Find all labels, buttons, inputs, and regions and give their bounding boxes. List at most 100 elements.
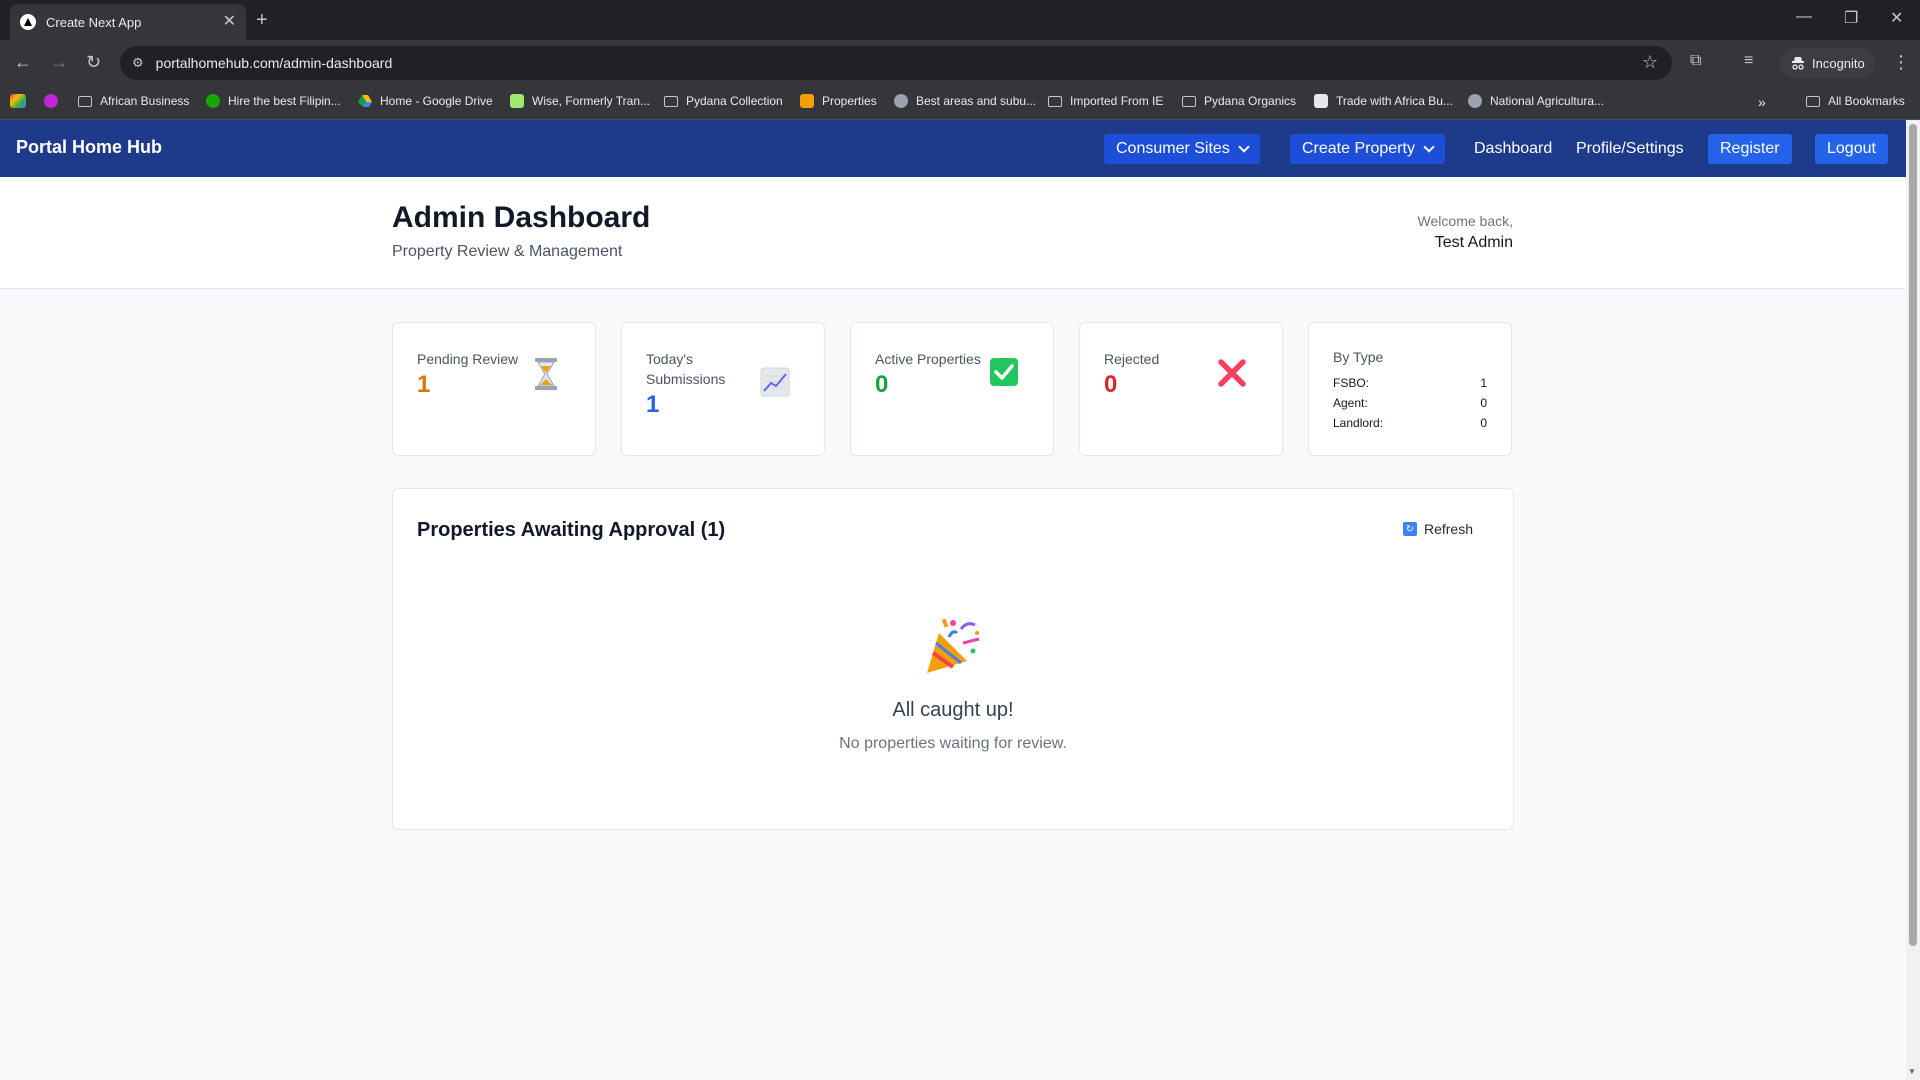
- globe-icon: [1468, 94, 1482, 108]
- browser-tab[interactable]: Create Next App ✕: [10, 4, 246, 40]
- tab-search-icon[interactable]: ⧉: [1690, 52, 1701, 70]
- site-favicon-icon: [894, 94, 908, 108]
- media-controls-icon[interactable]: ≡: [1744, 52, 1753, 70]
- page-title: Admin Dashboard: [392, 201, 651, 234]
- empty-state-subtitle: No properties waiting for review.: [839, 735, 1067, 752]
- browser-toolbar: ← → ↻ ⚙ portalhomehub.com/admin-dashboar…: [0, 40, 1920, 86]
- scroll-down-icon[interactable]: ▼: [1908, 1067, 1916, 1076]
- todays-submissions-card: Today's Submissions 1: [621, 322, 825, 456]
- brand-logo[interactable]: Portal Home Hub: [16, 137, 162, 158]
- pending-review-card: Pending Review 1: [392, 322, 596, 456]
- incognito-icon: [1792, 57, 1804, 70]
- url-text: portalhomehub.com/admin-dashboard: [155, 55, 393, 71]
- new-tab-icon[interactable]: +: [256, 10, 268, 30]
- register-button[interactable]: Register: [1708, 134, 1792, 164]
- reload-icon[interactable]: ↻: [86, 52, 101, 72]
- bookmark-item[interactable]: Hire the best Filipin...: [206, 94, 341, 108]
- register-label: Register: [1720, 140, 1780, 157]
- rejected-label: Rejected: [1104, 351, 1160, 367]
- bookmark-apps-icon[interactable]: [10, 94, 26, 108]
- bookmark-item[interactable]: Pydana Collection: [664, 94, 783, 108]
- site-favicon-icon: [1314, 94, 1328, 108]
- restore-icon[interactable]: ❐: [1844, 8, 1858, 28]
- bookmarks-bar: African Business Hire the best Filipin..…: [0, 86, 1920, 120]
- consumer-sites-label: Consumer Sites: [1116, 140, 1230, 157]
- page-viewport: Portal Home Hub Consumer Sites Create Pr…: [0, 120, 1906, 1080]
- bookmark-star-icon[interactable]: ☆: [1642, 52, 1658, 73]
- refresh-button[interactable]: ↻ Refresh: [1402, 521, 1473, 537]
- todays-submissions-label: Today's Submissions: [646, 351, 726, 387]
- address-bar[interactable]: ⚙ portalhomehub.com/admin-dashboard ☆: [120, 46, 1672, 80]
- type-count: 1: [1480, 376, 1487, 390]
- top-navbar: Portal Home Hub Consumer Sites Create Pr…: [0, 120, 1906, 177]
- by-type-label: By Type: [1333, 349, 1384, 365]
- refresh-icon: ↻: [1402, 522, 1417, 536]
- close-window-icon[interactable]: ✕: [1890, 8, 1903, 28]
- bookmark-label: Wise, Formerly Tran...: [532, 94, 651, 108]
- minimize-icon[interactable]: —: [1796, 8, 1812, 26]
- folder-icon: [78, 95, 92, 107]
- create-property-label: Create Property: [1302, 140, 1415, 157]
- back-icon[interactable]: ←: [14, 52, 32, 72]
- rejected-value: 0: [1104, 371, 1118, 398]
- bookmark-item[interactable]: Wise, Formerly Tran...: [510, 94, 650, 108]
- by-type-row: Agent: 0: [1333, 396, 1487, 410]
- wise-favicon-icon: [510, 94, 524, 108]
- type-count: 0: [1480, 416, 1487, 430]
- browser-tab-bar: Create Next App ✕ + — ❐ ✕: [0, 0, 1920, 40]
- bookmark-item[interactable]: African Business: [78, 94, 189, 108]
- bookmark-label: Properties: [822, 94, 877, 108]
- site-info-icon[interactable]: ⚙: [132, 55, 144, 71]
- site-favicon-icon: [206, 94, 220, 108]
- bookmark-item[interactable]: Best areas and subu...: [894, 94, 1036, 108]
- bookmark-label: Imported From IE: [1070, 94, 1164, 108]
- bookmark-item[interactable]: Imported From IE: [1048, 94, 1163, 108]
- cross-mark-icon: [1218, 359, 1246, 387]
- pending-review-value: 1: [417, 371, 431, 398]
- more-bookmarks-icon[interactable]: »: [1758, 94, 1766, 110]
- folder-icon: [1182, 95, 1196, 107]
- bookmark-label: National Agricultura...: [1490, 94, 1605, 108]
- folder-icon: [1048, 95, 1062, 107]
- type-name: Landlord:: [1333, 416, 1384, 430]
- chevron-down-icon: [1423, 141, 1435, 153]
- consumer-sites-dropdown[interactable]: Consumer Sites: [1104, 134, 1260, 164]
- bookmark-app-icon[interactable]: [44, 94, 58, 108]
- tab-close-icon[interactable]: ✕: [223, 14, 236, 30]
- bookmark-item[interactable]: Pydana Organics: [1182, 94, 1296, 108]
- by-type-row: FSBO: 1: [1333, 376, 1487, 390]
- nav-profile-settings-link[interactable]: Profile/Settings: [1576, 140, 1684, 158]
- logout-button[interactable]: Logout: [1815, 134, 1888, 164]
- party-popper-icon: [927, 618, 980, 673]
- scrollbar-thumb[interactable]: [1909, 124, 1917, 946]
- all-bookmarks[interactable]: All Bookmarks: [1806, 94, 1905, 108]
- bookmark-label: Best areas and subu...: [916, 94, 1037, 108]
- bookmark-label: African Business: [100, 94, 190, 108]
- todays-submissions-value: 1: [646, 391, 660, 418]
- chart-increasing-icon: [760, 367, 790, 397]
- incognito-badge[interactable]: Incognito: [1780, 48, 1875, 78]
- google-drive-icon: [358, 95, 372, 107]
- nav-dashboard-link[interactable]: Dashboard: [1474, 140, 1552, 158]
- hourglass-icon: [535, 358, 557, 390]
- incognito-label: Incognito: [1812, 55, 1865, 71]
- bookmark-label: Trade with Africa Bu...: [1336, 94, 1453, 108]
- empty-state-title: All caught up!: [892, 699, 1014, 721]
- approval-title: Properties Awaiting Approval (1): [417, 519, 726, 541]
- create-property-dropdown[interactable]: Create Property: [1290, 134, 1445, 164]
- pending-review-label: Pending Review: [417, 351, 519, 367]
- bookmark-item[interactable]: National Agricultura...: [1468, 94, 1604, 108]
- bookmark-label: Home - Google Drive: [380, 94, 493, 108]
- browser-menu-icon[interactable]: ⋮: [1892, 52, 1910, 73]
- bookmark-item[interactable]: Trade with Africa Bu...: [1314, 94, 1453, 108]
- chevron-down-icon: [1238, 141, 1250, 153]
- approval-panel: Properties Awaiting Approval (1) ↻ Refre…: [392, 488, 1514, 830]
- bookmark-item[interactable]: Home - Google Drive: [358, 94, 493, 108]
- welcome-text: Welcome back,: [1417, 213, 1513, 229]
- logout-label: Logout: [1827, 140, 1876, 157]
- site-favicon-icon: [800, 94, 814, 108]
- bookmark-item[interactable]: Properties: [800, 94, 877, 108]
- page-scrollbar[interactable]: ▼: [1906, 120, 1920, 1080]
- forward-icon[interactable]: →: [50, 52, 68, 72]
- bookmark-label: Pydana Organics: [1204, 94, 1297, 108]
